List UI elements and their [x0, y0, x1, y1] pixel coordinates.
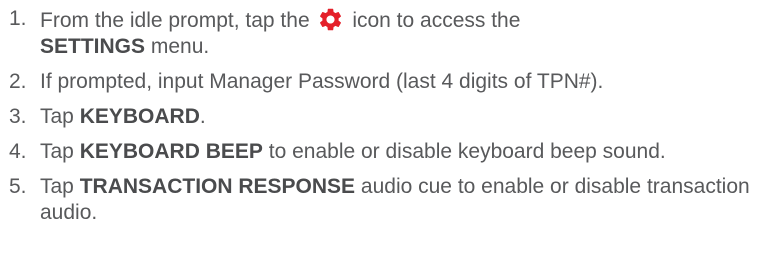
instruction-list: 1. From the idle prompt, tap the icon to…	[9, 6, 754, 235]
step-keyword: KEYBOARD	[79, 105, 200, 128]
step-number: 2.	[9, 70, 27, 93]
step-text-part: icon to access the	[352, 9, 521, 32]
step-text-part: Tap	[40, 140, 74, 163]
step-number: 3.	[9, 105, 27, 128]
step-text-part: Tap	[40, 105, 74, 128]
step-text-part: menu.	[150, 35, 210, 58]
step-text-part: to enable or disable keyboard beep sound…	[268, 140, 666, 163]
step-text: If prompted, input Manager Password (las…	[40, 70, 604, 93]
step-2: 2. If prompted, input Manager Password (…	[9, 69, 754, 95]
step-keyword: KEYBOARD BEEP	[79, 140, 263, 163]
step-text-part: Tap	[40, 175, 74, 198]
step-text: From the idle prompt, tap the icon to ac…	[40, 6, 754, 60]
step-number: 5.	[9, 175, 27, 198]
step-text: Tap KEYBOARD.	[40, 104, 754, 130]
gear-icon	[320, 8, 342, 31]
step-1: 1. From the idle prompt, tap the icon to…	[9, 6, 754, 60]
step-4: 4. Tap KEYBOARD BEEP to enable or disabl…	[9, 139, 754, 165]
step-text: Tap KEYBOARD BEEP to enable or disable k…	[40, 139, 754, 165]
step-text-part: .	[199, 105, 206, 128]
step-number: 1.	[9, 7, 27, 30]
step-3: 3. Tap KEYBOARD.	[9, 104, 754, 130]
step-text: Tap TRANSACTION RESPONSE audio cue to en…	[40, 174, 754, 226]
step-keyword: SETTINGS	[40, 35, 146, 58]
step-keyword: TRANSACTION RESPONSE	[79, 175, 356, 198]
step-number: 4.	[9, 140, 27, 163]
step-5: 5. Tap TRANSACTION RESPONSE audio cue to…	[9, 174, 754, 226]
step-text-part: From the idle prompt, tap the	[40, 9, 310, 32]
